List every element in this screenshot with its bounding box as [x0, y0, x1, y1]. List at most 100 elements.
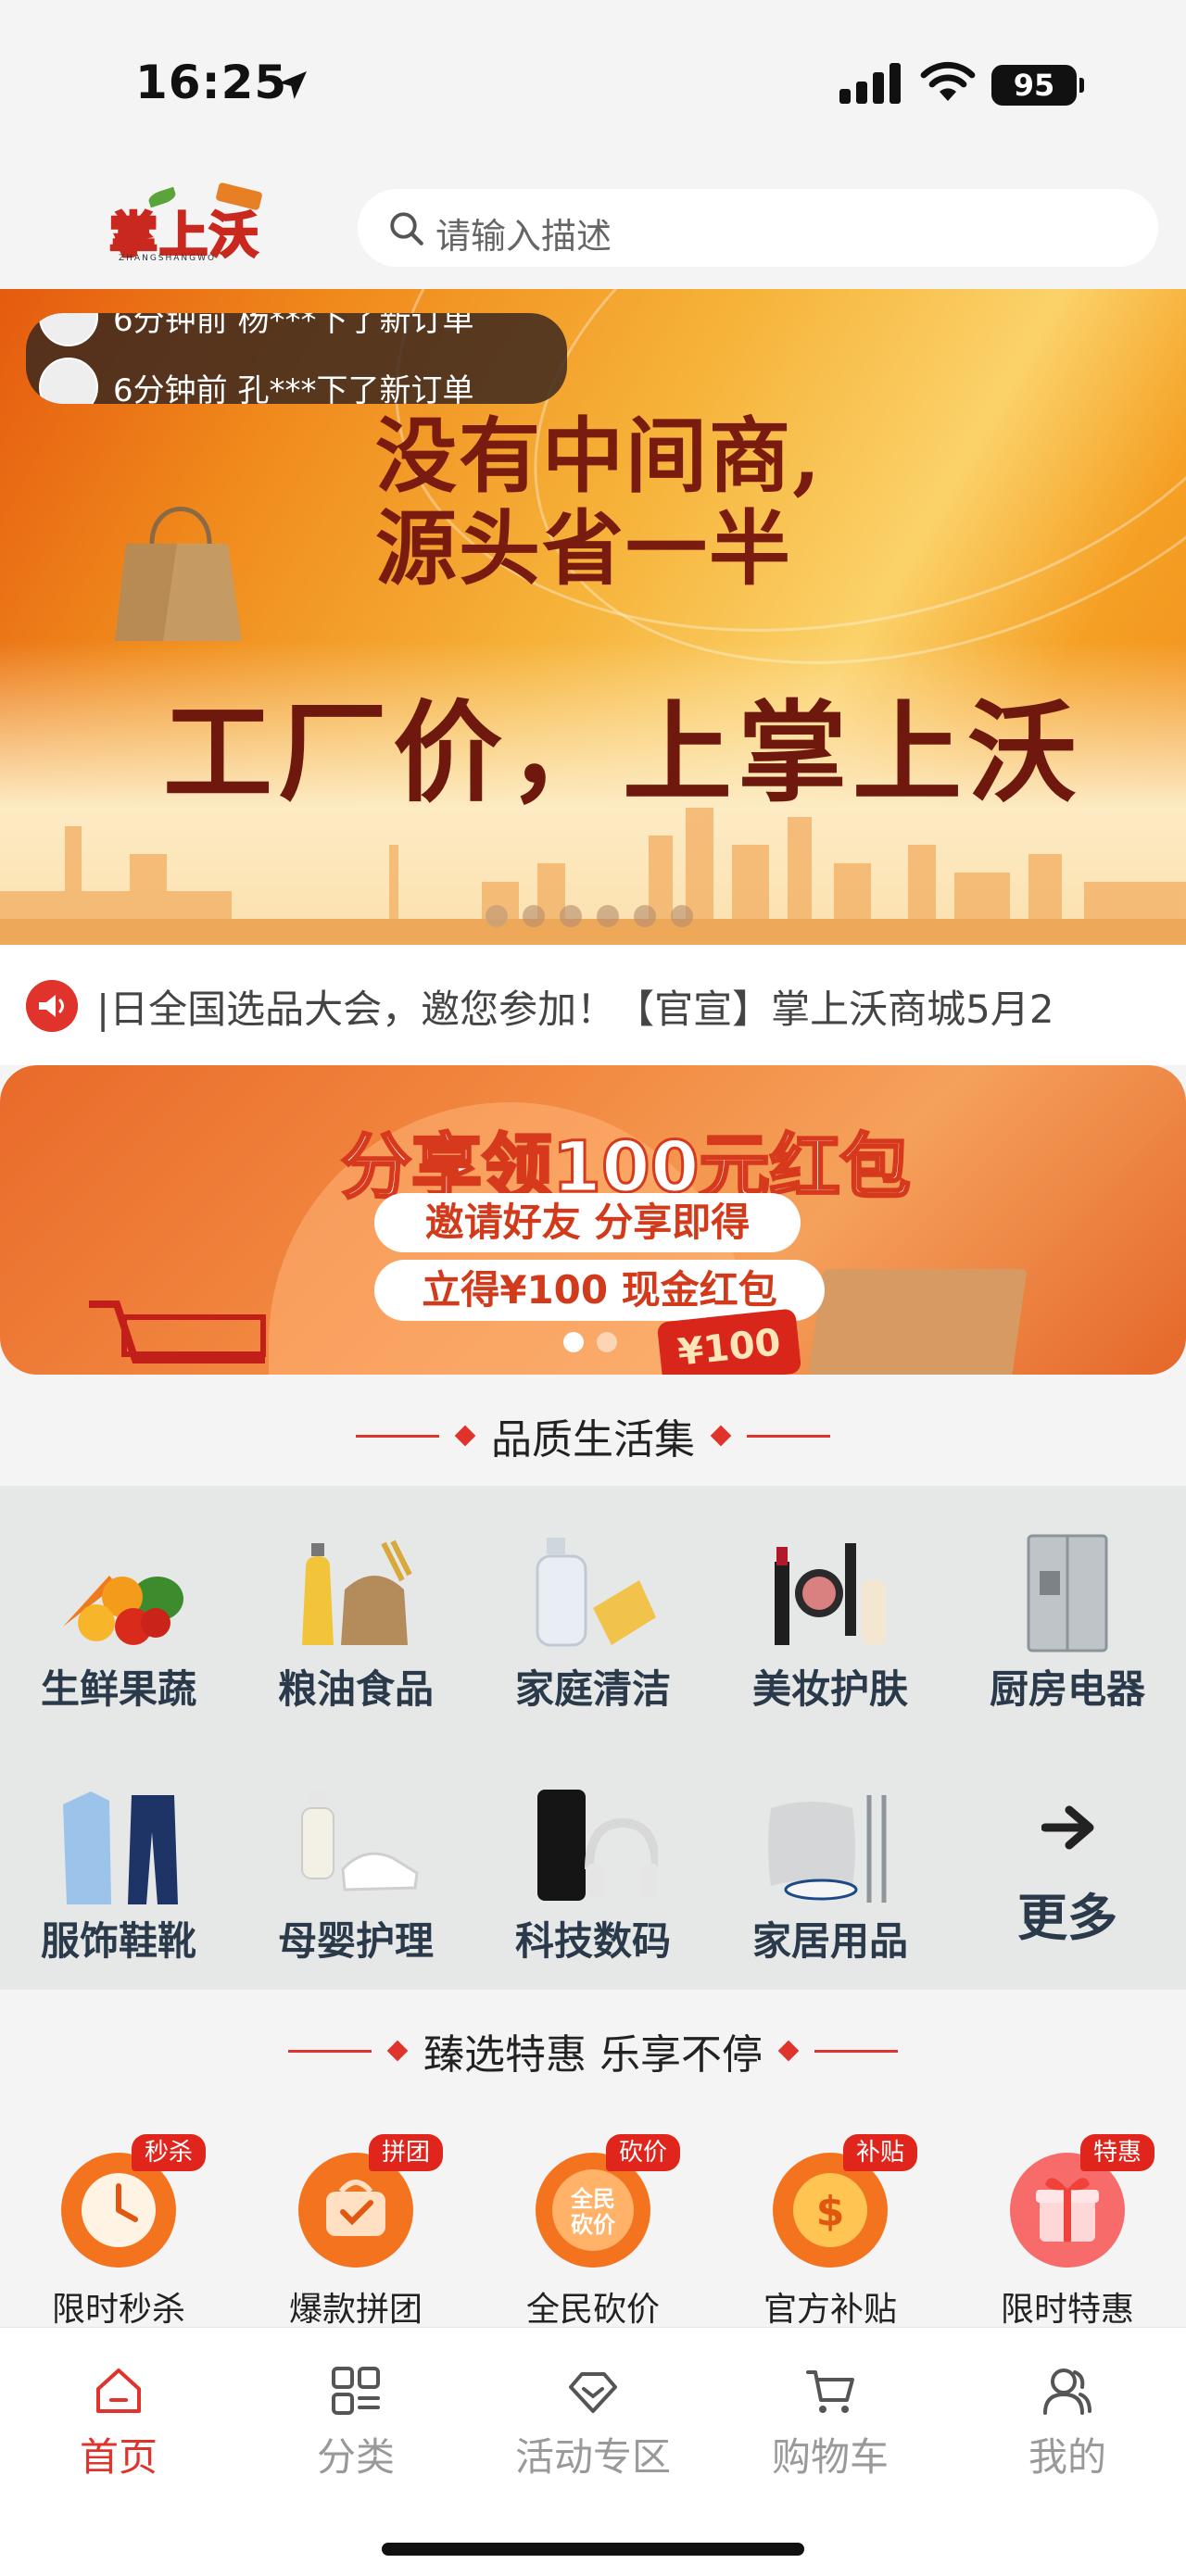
category-item-home-goods[interactable]: 家居用品 — [712, 1738, 949, 1990]
category-item-grain-oil[interactable]: 粮油食品 — [237, 1486, 474, 1738]
category-label: 厨房电器 — [989, 1666, 1145, 1712]
divider-line — [356, 1434, 439, 1438]
hero-banner[interactable]: 没有中间商, 源头省一半 工厂价，上掌上沃 6分钟前 杨***下了新订单 6分钟… — [0, 289, 1186, 945]
svg-text:$: $ — [816, 2188, 845, 2235]
tab-label: 分类 — [316, 2434, 395, 2480]
deal-label: 爆款拼团 — [288, 2291, 423, 2329]
category-item-more[interactable]: 更多 — [949, 1738, 1186, 1990]
banner-pagination — [486, 905, 693, 927]
pagination-dot[interactable] — [486, 905, 508, 927]
location-arrow-icon — [279, 71, 307, 99]
svg-text:砍价: 砍价 — [571, 2212, 616, 2238]
category-label: 美妆护肤 — [751, 1666, 908, 1712]
deal-subsidy[interactable]: $ 补贴 官方补贴 — [712, 2101, 949, 2329]
promo-pagination — [563, 1332, 617, 1352]
deal-group-buy[interactable]: 拼团 爆款拼团 — [237, 2101, 474, 2329]
category-label: 家居用品 — [751, 1918, 908, 1964]
vegetables-icon — [63, 1576, 183, 1645]
deal-bargain[interactable]: 全民 砍价 砍价 全民砍价 — [474, 2101, 712, 2329]
deal-tag-badge: 砍价 — [606, 2134, 681, 2171]
promo-banner[interactable]: 分享领100元红包 邀请好友 分享即得 立得¥100 现金红包 ¥100 — [0, 1065, 1186, 1375]
category-icon — [332, 2367, 380, 2415]
section-title-text: 品质生活集 — [491, 1416, 695, 1464]
notice-marquee-text: |日全国选品大会，邀您参加！【官宣】掌上沃商城5月2 — [96, 986, 1054, 1032]
divider-line — [288, 2049, 372, 2053]
cellular-signal-icon — [839, 63, 901, 104]
tab-home[interactable]: 首页 — [0, 2354, 237, 2483]
cart-icon — [806, 2370, 854, 2413]
section-title-deals: 臻选特惠 乐享不停 — [0, 1990, 1186, 2101]
phone-headphones-icon — [537, 1790, 658, 1901]
diamond-decoration — [386, 2040, 409, 2062]
feed-item-text: 6分钟前 杨***下了新订单 — [113, 313, 474, 339]
home-goods-icon — [768, 1795, 887, 1903]
deal-label: 限时特惠 — [1000, 2291, 1134, 2329]
tab-label: 活动专区 — [514, 2434, 671, 2480]
home-icon — [96, 2369, 141, 2413]
avatar — [39, 313, 98, 346]
category-item-kitchen-appliances[interactable]: 厨房电器 — [949, 1486, 1186, 1738]
deal-label: 限时秒杀 — [51, 2291, 185, 2329]
tab-cart[interactable]: 购物车 — [712, 2354, 949, 2483]
pagination-dot[interactable] — [634, 905, 656, 927]
app-page: 16:25 95 掌上沃 ZHANGSHANGWO 请输入描述 没有中间商, 源… — [0, 0, 1186, 2576]
grain-oil-icon — [302, 1539, 412, 1645]
baby-icon — [301, 1790, 419, 1891]
diamond-icon — [569, 2372, 617, 2413]
diamond-decoration — [710, 1425, 732, 1447]
diamond-decoration — [454, 1425, 476, 1447]
category-item-clothing[interactable]: 服饰鞋靴 — [0, 1738, 237, 1990]
search-icon — [390, 212, 423, 245]
category-item-baby-care[interactable]: 母婴护理 — [237, 1738, 474, 1990]
tab-label: 首页 — [79, 2434, 158, 2480]
arrow-right-icon — [1041, 1805, 1094, 1850]
deal-label: 全民砍价 — [525, 2291, 660, 2329]
clothing-icon — [63, 1791, 178, 1904]
category-label: 生鲜果蔬 — [40, 1666, 196, 1712]
svg-text:全民: 全民 — [570, 2186, 615, 2212]
category-label: 粮油食品 — [277, 1666, 434, 1712]
tab-profile[interactable]: 我的 — [949, 2354, 1186, 2483]
avatar — [39, 358, 98, 404]
pagination-dot[interactable] — [671, 905, 693, 927]
app-header: 掌上沃 ZHANGSHANGWO 请输入描述 — [0, 167, 1186, 287]
category-label: 母婴护理 — [277, 1918, 434, 1964]
brand-logo[interactable]: 掌上沃 ZHANGSHANGWO — [96, 182, 272, 269]
logo-subtext: ZHANGSHANGWO — [119, 254, 217, 263]
tab-category[interactable]: 分类 — [237, 2354, 474, 2483]
search-input[interactable]: 请输入描述 — [435, 207, 612, 258]
deal-special-offer[interactable]: 特惠 限时特惠 — [949, 2101, 1186, 2329]
category-item-cleaning[interactable]: 家庭清洁 — [474, 1486, 712, 1738]
notice-bar[interactable]: |日全国选品大会，邀您参加！【官宣】掌上沃商城5月2 — [0, 945, 1186, 1065]
home-indicator — [382, 2543, 804, 2556]
feed-item: 6分钟前 孔***下了新订单 — [39, 358, 473, 404]
deals-row: 秒杀 限时秒杀 拼团 爆款拼团 全民 砍价 砍价 全民砍价 $ 补贴 官方补贴 … — [0, 2101, 1186, 2329]
shopping-cart-illustration — [89, 1301, 266, 1363]
fridge-icon — [1027, 1534, 1108, 1652]
pagination-dot[interactable] — [560, 905, 582, 927]
profile-icon — [1043, 2369, 1091, 2415]
category-label: 服饰鞋靴 — [40, 1918, 196, 1964]
deal-tag-badge: 补贴 — [843, 2134, 918, 2171]
category-label: 家庭清洁 — [514, 1666, 671, 1712]
tab-activities[interactable]: 活动专区 — [474, 2354, 712, 2483]
megaphone-icon — [26, 980, 78, 1032]
search-bar[interactable]: 请输入描述 — [358, 189, 1158, 267]
pagination-dot[interactable] — [597, 905, 619, 927]
category-label: 更多 — [1017, 1889, 1117, 1947]
bottom-tab-bar: 首页 分类 活动专区 购物车 我的 — [0, 2327, 1186, 2576]
category-item-fresh-produce[interactable]: 生鲜果蔬 — [0, 1486, 237, 1738]
section-title-text: 臻选特惠 乐享不停 — [423, 2031, 763, 2079]
order-activity-feed: 6分钟前 杨***下了新订单 6分钟前 孔***下了新订单 — [26, 313, 567, 404]
battery-indicator: 95 — [991, 65, 1084, 106]
tab-label: 购物车 — [771, 2434, 889, 2480]
feed-item: 6分钟前 杨***下了新订单 — [39, 313, 473, 346]
tab-label: 我的 — [1028, 2434, 1106, 2480]
deal-flash-sale[interactable]: 秒杀 限时秒杀 — [0, 2101, 237, 2329]
deal-tag-badge: 拼团 — [369, 2134, 444, 2171]
divider-line — [747, 1434, 830, 1438]
pagination-dot[interactable] — [523, 905, 545, 927]
category-item-digital-tech[interactable]: 科技数码 — [474, 1738, 712, 1990]
deal-label: 官方补贴 — [763, 2291, 897, 2329]
category-item-cosmetics[interactable]: 美妆护肤 — [712, 1486, 949, 1738]
